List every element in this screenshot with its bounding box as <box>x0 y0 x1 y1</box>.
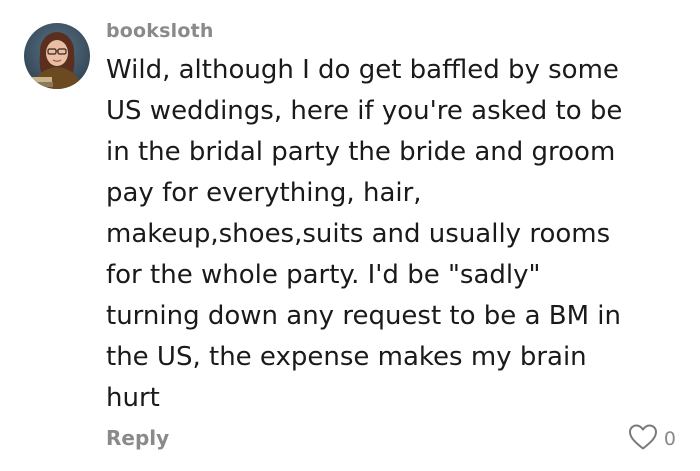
comment-text-line: for the whole party. I'd be "sadly" <box>106 260 541 290</box>
heart-outline-icon <box>628 423 658 455</box>
comment-text: Wild, although I do get baffled by some … <box>106 50 676 419</box>
reply-button[interactable]: Reply <box>106 426 169 450</box>
comment-text-line: makeup,shoes,suits and usually rooms <box>106 219 611 249</box>
like-count: 0 <box>663 428 676 450</box>
comment-text-line: hurt <box>106 383 160 413</box>
comment-text-line: Wild, although I do get baffled by some <box>106 55 619 85</box>
like-button[interactable]: 0 <box>628 423 676 455</box>
username[interactable]: booksloth <box>106 20 214 42</box>
comment-text-line: turning down any request to be a BM in <box>106 301 621 331</box>
comment-text-line: pay for everything, hair, <box>106 178 422 208</box>
avatar[interactable] <box>24 23 90 89</box>
comment-text-line: the US, the expense makes my brain <box>106 342 587 372</box>
comment-text-line: US weddings, here if you're asked to be <box>106 96 623 126</box>
comment-text-line: in the bridal party the bride and groom <box>106 137 616 167</box>
comment-card: booksloth Wild, although I do get baffle… <box>0 0 700 471</box>
